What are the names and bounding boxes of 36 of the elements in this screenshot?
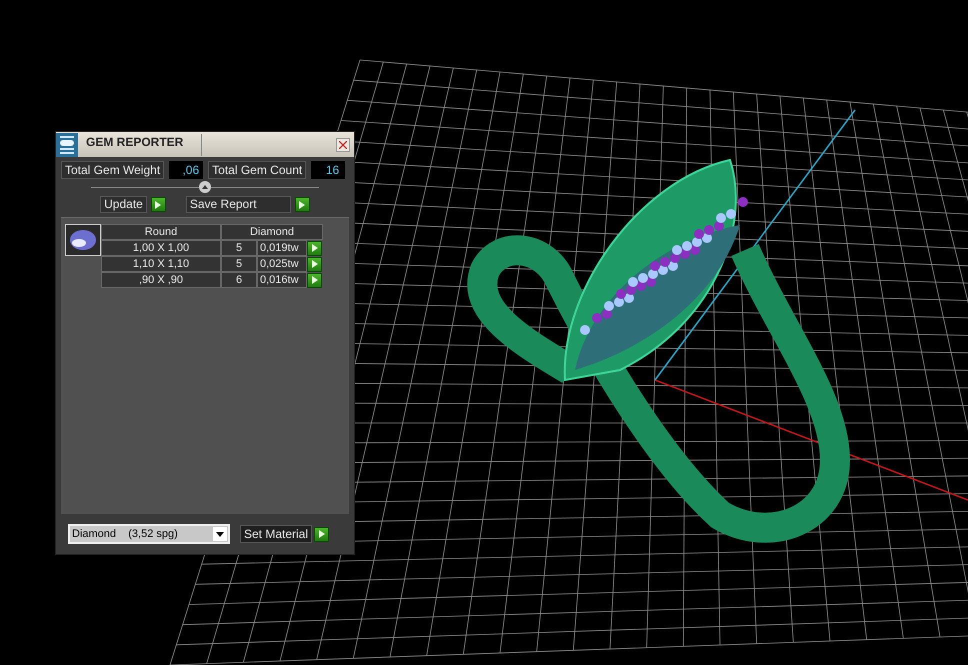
set-material-button[interactable]: Set Material [240, 525, 312, 543]
total-weight-label: Total Gem Weight [61, 161, 164, 179]
total-count-label: Total Gem Count [208, 161, 306, 179]
weight-cell: 0,016tw [257, 272, 307, 288]
close-button[interactable] [336, 138, 350, 152]
row-run-button[interactable] [307, 240, 322, 256]
play-icon [299, 200, 306, 208]
close-icon [339, 140, 347, 148]
weight-cell: 0,025tw [257, 256, 307, 272]
count-cell: 5 [221, 256, 257, 272]
round-gem-icon [69, 229, 97, 251]
material-header: Diamond [221, 224, 323, 240]
size-cell: 1,10 X 1,10 [101, 256, 221, 272]
play-icon [155, 200, 162, 208]
caret-up-icon [202, 185, 208, 189]
set-material-run-button[interactable] [314, 526, 330, 542]
save-report-button[interactable]: Save Report [186, 196, 291, 213]
weight-cell: 0,019tw [257, 240, 307, 256]
count-cell: 6 [221, 272, 257, 288]
size-cell: ,90 X ,90 [101, 272, 221, 288]
save-report-run-button[interactable] [294, 197, 310, 212]
total-count-value: 16 [311, 161, 346, 179]
gem-thumbnail[interactable] [65, 224, 101, 256]
update-run-button[interactable] [150, 197, 166, 212]
count-cell: 5 [221, 240, 257, 256]
shape-header: Round [101, 224, 221, 240]
play-icon [318, 530, 325, 538]
app-icon [56, 132, 78, 156]
total-weight-value: ,06 [169, 161, 204, 179]
update-button[interactable]: Update [100, 196, 147, 213]
size-cell: 1,00 X 1,00 [101, 240, 221, 256]
row-run-button[interactable] [307, 256, 322, 272]
row-run-button[interactable] [307, 272, 322, 288]
window-title: GEM REPORTER [86, 134, 184, 151]
material-dropdown[interactable]: Diamond (3,52 spg) [68, 524, 230, 544]
collapse-handle[interactable] [199, 181, 211, 193]
